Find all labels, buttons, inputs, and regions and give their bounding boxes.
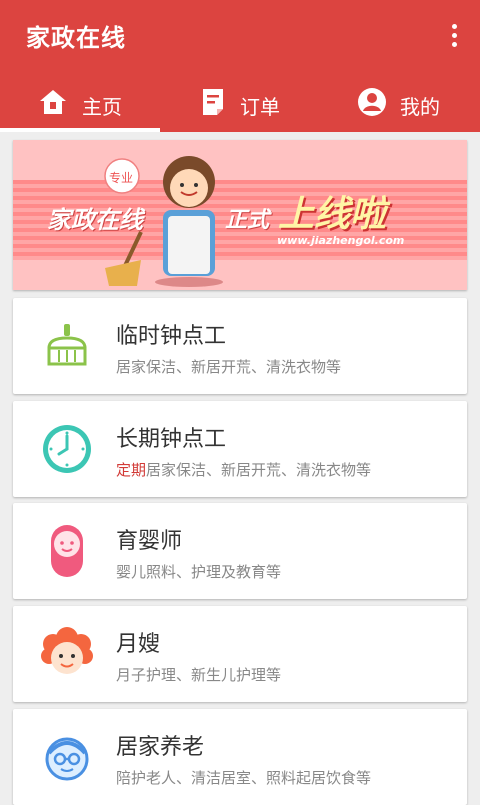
service-card-temporary-cleaner[interactable]: 临时钟点工 居家保洁、新居开荒、清洗衣物等 [13,298,467,394]
service-subtitle: 居家保洁、新居开荒、清洗衣物等 [146,461,372,479]
order-icon [203,89,223,115]
service-subtitle: 月子护理、新生儿护理等 [116,666,282,684]
tab-home[interactable]: 主页 [0,76,160,132]
service-subtitle-wrap: 定期居家保洁、新居开荒、清洗衣物等 [116,459,371,480]
service-title: 育婴师 [116,529,183,554]
active-tab-indicator [0,128,160,132]
tab-profile-label: 我的 [400,95,440,119]
tab-bar: 主页 订单 我的 [0,76,480,132]
nanny-icon [41,627,93,674]
service-subtitle: 居家保洁、新居开荒、清洗衣物等 [116,358,342,376]
app-title: 家政在线 [26,24,126,52]
service-title: 月嫂 [116,632,161,657]
clock-icon [43,425,91,473]
banner-big-text: 上线啦 [278,194,387,235]
tab-orders[interactable]: 订单 [160,76,320,132]
service-title: 长期钟点工 [116,427,227,452]
home-icon [40,90,66,114]
baby-icon [51,525,83,577]
service-subtitle-highlight: 定期 [116,461,147,479]
promo-banner[interactable]: 专业 家政在线 正式 上线啦 www.jiazhengol.com [13,140,467,290]
elderly-icon [45,737,89,781]
tab-profile[interactable]: 我的 [320,76,480,132]
banner-url: www.jiazhengol.com [277,234,405,247]
tab-orders-label: 订单 [240,95,280,119]
banner-badge: 专业 [109,171,134,185]
service-subtitle: 婴儿照料、护理及教育等 [116,563,282,581]
service-title: 居家养老 [116,735,205,760]
broom-icon [47,324,87,366]
service-card-elderly-care[interactable]: 居家养老 陪护老人、清洁居室、照料起居饮食等 [13,709,467,805]
housekeeper-illustration [155,156,223,287]
service-card-longterm-cleaner[interactable]: 长期钟点工 定期居家保洁、新居开荒、清洗衣物等 [13,401,467,497]
account-icon [358,88,386,116]
service-card-infant-caregiver[interactable]: 育婴师 婴儿照料、护理及教育等 [13,503,467,599]
service-title: 临时钟点工 [116,324,227,349]
service-subtitle: 陪护老人、清洁居室、照料起居饮食等 [116,769,372,787]
banner-left-text: 家政在线 [47,206,143,234]
service-card-postnatal-nanny[interactable]: 月嫂 月子护理、新生儿护理等 [13,606,467,702]
tab-home-label: 主页 [82,95,122,119]
more-options-icon[interactable] [450,22,458,50]
banner-mid-text: 正式 [225,208,270,233]
app-bar: 家政在线 主页 订单 我的 [0,0,480,132]
